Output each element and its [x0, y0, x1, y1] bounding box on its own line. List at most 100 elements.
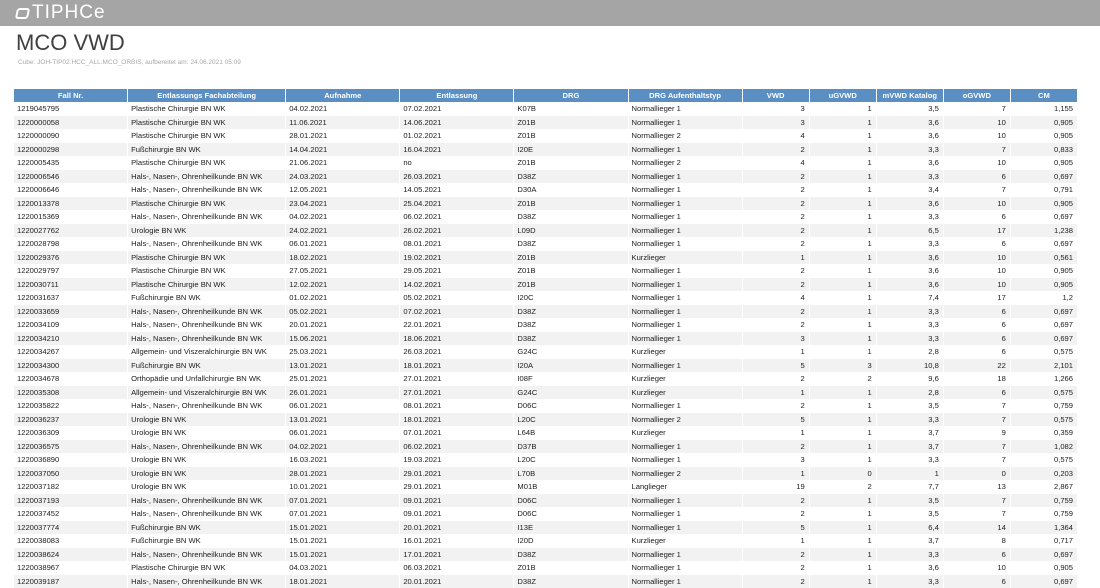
table-cell: 3,3: [877, 305, 943, 319]
table-cell: 1220037774: [14, 521, 127, 535]
table-cell: 1,238: [1011, 224, 1077, 238]
table-cell: 0,359: [1011, 426, 1077, 440]
table-cell: Normallieger 2: [629, 413, 742, 427]
table-cell: Z01B: [514, 197, 627, 211]
table-cell: 2: [743, 170, 809, 184]
table-cell: 3,6: [877, 197, 943, 211]
table-cell: 2: [743, 278, 809, 292]
table-cell: D38Z: [514, 170, 627, 184]
table-cell: 2: [743, 183, 809, 197]
table-cell: Normallieger 1: [629, 440, 742, 454]
table-cell: Urologie BN WK: [128, 467, 285, 481]
table-cell: 2: [743, 561, 809, 575]
table-cell: 6: [944, 170, 1010, 184]
table-cell: 0,697: [1011, 305, 1077, 319]
table-cell: 06.01.2021: [286, 426, 399, 440]
table-cell: I08F: [514, 372, 627, 386]
table-cell: 1: [810, 278, 876, 292]
table-cell: 0,905: [1011, 156, 1077, 170]
column-header: oGVWD: [944, 89, 1010, 102]
table-cell: 1: [810, 413, 876, 427]
table-cell: 1: [810, 129, 876, 143]
table-cell: 10: [944, 197, 1010, 211]
table-cell: 1220033659: [14, 305, 127, 319]
table-row: 1220036309Urologie BN WK06.01.202107.01.…: [14, 426, 1077, 440]
table-cell: Fußchirurgie BN WK: [128, 143, 285, 157]
table-cell: 1,364: [1011, 521, 1077, 535]
table-cell: 10: [944, 561, 1010, 575]
page-subtitle: Cube: JOH-TIP02.HCC_ALL.MCO_ORBIS, aufbe…: [18, 59, 241, 66]
table-cell: 3,3: [877, 237, 943, 251]
top-bar: TIPHCe: [0, 0, 1100, 26]
table-row: 1220037182Urologie BN WK10.01.202129.01.…: [14, 480, 1077, 494]
table-cell: 14: [944, 521, 1010, 535]
table-cell: 29.01.2021: [400, 467, 513, 481]
table-cell: Hals-, Nasen-, Ohrenheilkunde BN WK: [128, 210, 285, 224]
table-cell: Hals-, Nasen-, Ohrenheilkunde BN WK: [128, 575, 285, 588]
column-header: mVWD Katalog: [877, 89, 943, 102]
brand-name: TIPHCe: [32, 2, 106, 24]
table-cell: 7: [944, 102, 1010, 116]
table-cell: 0,759: [1011, 399, 1077, 413]
table-cell: Hals-, Nasen-, Ohrenheilkunde BN WK: [128, 440, 285, 454]
table-cell: 0,575: [1011, 345, 1077, 359]
table-cell: 26.02.2021: [400, 224, 513, 238]
table-cell: 0,203: [1011, 467, 1077, 481]
table-cell: D37B: [514, 440, 627, 454]
table-cell: 2: [810, 480, 876, 494]
table-cell: 4: [743, 156, 809, 170]
table-cell: 2,867: [1011, 480, 1077, 494]
table-cell: Kurzlieger: [629, 345, 742, 359]
table-cell: Z01B: [514, 129, 627, 143]
table-cell: 15.01.2021: [286, 548, 399, 562]
table-cell: 1: [810, 170, 876, 184]
table-cell: 1: [810, 264, 876, 278]
table-cell: 1: [810, 386, 876, 400]
table-cell: 3,3: [877, 575, 943, 588]
table-cell: 3,3: [877, 143, 943, 157]
table-cell: 2: [743, 507, 809, 521]
table-cell: 1220000058: [14, 116, 127, 130]
table-cell: 3,7: [877, 440, 943, 454]
table-cell: 1,082: [1011, 440, 1077, 454]
table-cell: 10: [944, 116, 1010, 130]
table-row: 1220006546Hals-, Nasen-, Ohrenheilkunde …: [14, 170, 1077, 184]
table-cell: I20A: [514, 359, 627, 373]
page-title: MCO VWD: [16, 30, 125, 56]
table-cell: Urologie BN WK: [128, 453, 285, 467]
table-cell: 20.01.2021: [400, 575, 513, 588]
table-cell: Hals-, Nasen-, Ohrenheilkunde BN WK: [128, 305, 285, 319]
table-row: 1220038083Fußchirurgie BN WK15.01.202116…: [14, 534, 1077, 548]
table-cell: 09.01.2021: [400, 494, 513, 508]
table-cell: 6,5: [877, 224, 943, 238]
table-cell: Orthopädie und Unfallchirurgie BN WK: [128, 372, 285, 386]
table-cell: Hals-, Nasen-, Ohrenheilkunde BN WK: [128, 237, 285, 251]
table-row: 1220000058Plastische Chirurgie BN WK11.0…: [14, 116, 1077, 130]
table-cell: 6: [944, 548, 1010, 562]
table-cell: Hals-, Nasen-, Ohrenheilkunde BN WK: [128, 183, 285, 197]
table-cell: 6,4: [877, 521, 943, 535]
table-cell: Normallieger 1: [629, 143, 742, 157]
table-cell: 12.05.2021: [286, 183, 399, 197]
table-cell: 22: [944, 359, 1010, 373]
table-cell: 3,3: [877, 210, 943, 224]
table-cell: D06C: [514, 399, 627, 413]
table-cell: 0,575: [1011, 386, 1077, 400]
table-cell: 29.05.2021: [400, 264, 513, 278]
table-cell: Normallieger 1: [629, 210, 742, 224]
table-cell: 06.03.2021: [400, 561, 513, 575]
table-cell: 1: [810, 494, 876, 508]
table-cell: Kurzlieger: [629, 251, 742, 265]
table-cell: L64B: [514, 426, 627, 440]
table-cell: Normallieger 1: [629, 318, 742, 332]
table-cell: 0,561: [1011, 251, 1077, 265]
table-cell: Z01B: [514, 278, 627, 292]
table-cell: L20C: [514, 453, 627, 467]
table-cell: I20E: [514, 143, 627, 157]
table-cell: 1220037050: [14, 467, 127, 481]
table-cell: 0,905: [1011, 561, 1077, 575]
table-cell: 19: [743, 480, 809, 494]
table-cell: 0,759: [1011, 494, 1077, 508]
table-cell: 26.03.2021: [400, 345, 513, 359]
logo-icon: [15, 8, 30, 19]
